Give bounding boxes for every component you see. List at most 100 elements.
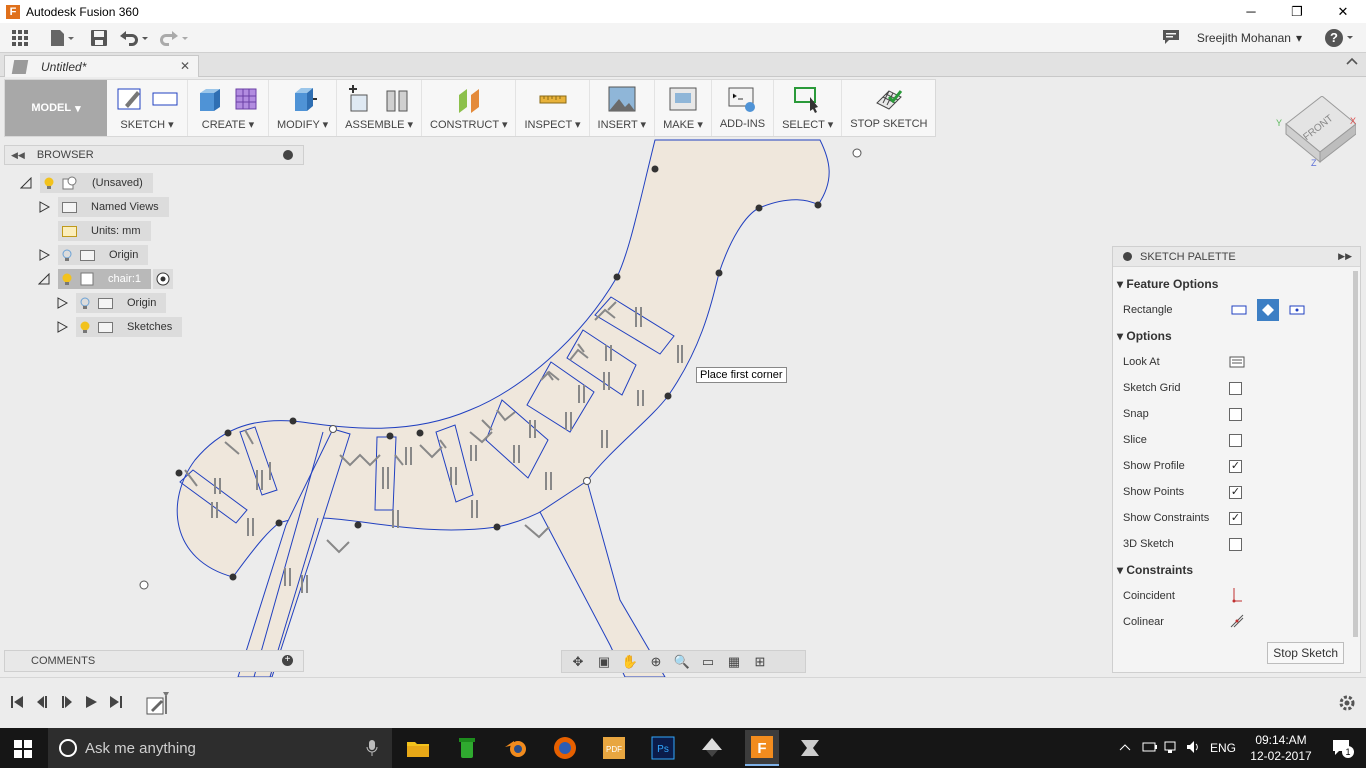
notifications-icon[interactable] [1162,29,1180,48]
tree-item-units[interactable]: Units: mm [58,221,151,241]
sketch-group[interactable]: SKETCH ▾ [107,80,188,136]
expand-palette-icon[interactable]: ▶▶ [1338,251,1352,262]
timeline-sketch-feature-icon[interactable] [145,690,173,721]
lightbulb-icon[interactable] [62,249,72,262]
add-ins-group[interactable]: ADD-INS [712,80,775,136]
insert-image-icon[interactable] [608,85,636,113]
file-explorer-icon[interactable] [402,732,434,764]
orbit-icon[interactable]: ✥ [568,654,588,670]
cortana-search-box[interactable]: Ask me anything [48,728,392,768]
lightbulb-icon[interactable] [80,321,90,334]
viewports-icon[interactable]: ⊞ [750,654,770,670]
create-sketch-icon[interactable] [115,85,143,113]
file-menu-icon[interactable] [40,23,84,53]
blender-icon[interactable] [500,732,532,764]
fusion360-taskbar-icon[interactable]: F [745,730,779,766]
clock[interactable]: 09:14:AM 12-02-2017 [1248,733,1314,763]
look-at-icon[interactable] [1229,354,1245,368]
show-points-checkbox[interactable]: ✓ [1229,485,1242,499]
expanded-triangle-icon[interactable] [20,177,32,189]
tree-item-unsaved[interactable]: (Unsaved) [20,173,153,193]
grid-settings-icon[interactable]: ▦ [724,654,744,670]
lightbulb-icon[interactable] [44,177,54,190]
stop-sketch-group[interactable]: STOP SKETCH [842,80,935,136]
tree-item-sketches[interactable]: Sketches [56,317,183,337]
collapsed-triangle-icon[interactable] [56,321,68,333]
collapse-ribbon-icon[interactable] [1346,55,1358,69]
create-group[interactable]: CREATE ▾ [188,80,269,136]
pdf-app-icon[interactable]: PDF [598,732,630,764]
form-icon[interactable] [232,85,260,113]
input-language[interactable]: ENG [1210,741,1236,755]
press-pull-icon[interactable] [289,85,317,113]
firefox-icon[interactable] [549,732,581,764]
select-icon[interactable] [793,85,822,113]
undo-icon[interactable] [114,23,154,53]
maximize-button[interactable]: ❐ [1274,0,1320,23]
sketch-palette-header[interactable]: SKETCH PALETTE ▶▶ [1113,247,1360,267]
step-back-icon[interactable] [34,694,50,710]
photoshop-icon[interactable]: Ps [647,732,679,764]
collapsed-triangle-icon[interactable] [38,249,50,261]
step-forward-icon[interactable] [59,694,75,710]
close-tab-icon[interactable]: ✕ [180,59,190,73]
coincident-constraint-icon[interactable] [1229,587,1245,603]
go-to-start-icon[interactable] [9,694,25,710]
inkscape-icon[interactable] [696,732,728,764]
redo-icon[interactable] [154,23,194,53]
minimize-palette-icon[interactable] [1123,252,1132,261]
timeline-settings-gear-icon[interactable] [1338,694,1356,715]
make-group[interactable]: MAKE ▾ [655,80,712,136]
data-panel-grid-icon[interactable] [0,23,40,53]
fit-icon[interactable]: 🔍 [672,654,692,670]
tree-item-origin[interactable]: Origin [38,245,149,265]
extrude-icon[interactable] [196,85,224,113]
assemble-group[interactable]: ASSEMBLE ▾ [337,80,423,136]
lightbulb-icon[interactable] [62,273,72,286]
minimize-button[interactable]: ─ [1228,0,1274,23]
coincident-row[interactable]: Coincident [1113,583,1351,609]
stop-sketch-button[interactable]: Stop Sketch [1267,642,1344,664]
show-hidden-icons-icon[interactable] [1118,740,1132,757]
show-profile-checkbox[interactable]: ✓ [1229,459,1242,473]
cad-tool-icon[interactable] [794,732,826,764]
battery-icon[interactable] [1142,740,1158,757]
minimize-panel-icon[interactable] [283,150,293,160]
insert-group[interactable]: INSERT ▾ [590,80,656,136]
help-menu[interactable]: ? [1324,28,1354,51]
document-tab[interactable]: Untitled* ✕ [4,55,199,77]
close-button[interactable]: ✕ [1320,0,1366,23]
tree-item-chair-component[interactable]: chair:1 [38,269,174,289]
select-group[interactable]: SELECT ▾ [774,80,843,136]
viewcube[interactable]: FRONT X Y Z [1276,96,1356,176]
measure-icon[interactable] [539,85,567,113]
feature-options-section[interactable]: ▾ Feature Options [1113,271,1351,297]
slice-checkbox[interactable] [1229,433,1242,447]
display-settings-icon[interactable]: ▭ [698,654,718,670]
lightbulb-icon[interactable] [80,297,90,310]
palette-scrollbar[interactable] [1353,271,1358,637]
two-point-rectangle-icon[interactable] [1229,300,1249,320]
sketch-grid-checkbox[interactable] [1229,381,1242,395]
add-comment-icon[interactable]: + [282,655,293,666]
3d-sketch-checkbox[interactable] [1229,537,1242,551]
3d-print-icon[interactable] [669,85,697,113]
play-icon[interactable] [83,694,99,710]
colinear-row[interactable]: Colinear [1113,609,1351,635]
activate-component-icon[interactable] [153,269,174,289]
sketch-rectangle-icon[interactable] [151,85,179,113]
tree-item-named-views[interactable]: Named Views [38,197,169,217]
constraints-section[interactable]: ▾ Constraints [1113,557,1351,583]
workspace-mode-button[interactable]: MODEL ▾ [5,80,107,136]
construct-group[interactable]: CONSTRUCT ▾ [422,80,517,136]
green-can-app-icon[interactable] [451,732,483,764]
pan-icon[interactable]: ✋ [620,654,640,670]
tree-item-component-origin[interactable]: Origin [56,293,167,313]
zoom-icon[interactable]: ⊕ [646,654,666,670]
start-menu-windows-icon[interactable] [14,740,32,761]
go-to-end-icon[interactable] [108,694,124,710]
options-section[interactable]: ▾ Options [1113,323,1351,349]
action-center-icon[interactable]: 1 [1332,738,1354,761]
inspect-group[interactable]: INSPECT ▾ [516,80,590,136]
expanded-triangle-icon[interactable] [38,273,50,285]
